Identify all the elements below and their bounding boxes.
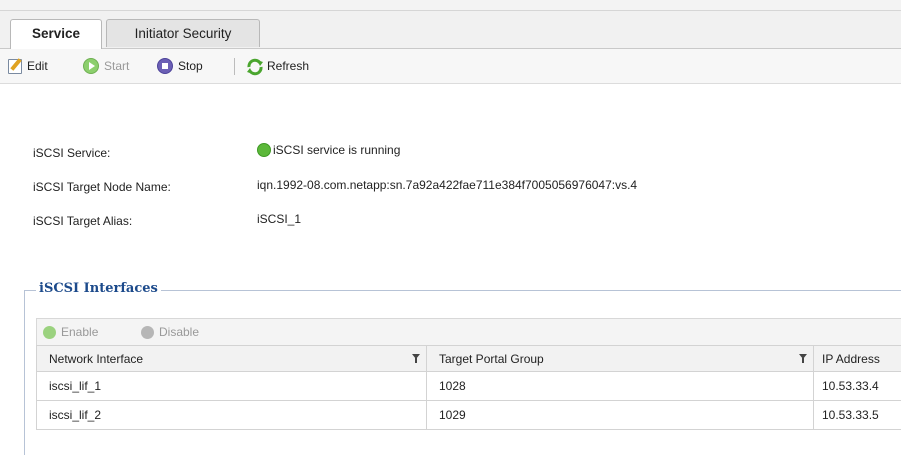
toolbar-separator (234, 58, 235, 75)
disable-label: Disable (159, 325, 200, 339)
interfaces-toolbar: Enable Disable (36, 318, 901, 345)
node-name-value: iqn.1992-08.com.netapp:sn.7a92a422fae711… (257, 178, 638, 192)
interfaces-group-left-border (24, 290, 25, 455)
start-icon (83, 58, 99, 74)
service-label: iSCSI Service: (33, 146, 111, 160)
stop-button[interactable]: Stop (157, 49, 203, 83)
edit-button[interactable]: Edit (8, 49, 48, 83)
target-portal-group-cell: 1028 (426, 371, 814, 401)
refresh-label: Refresh (267, 59, 310, 73)
alias-value: iSCSI_1 (257, 212, 302, 226)
edit-icon (8, 58, 22, 74)
table-row[interactable]: iscsi_lif_1 1028 10.53.33.4 (36, 371, 901, 401)
filter-icon[interactable] (412, 354, 420, 363)
service-status-text: iSCSI service is running (273, 143, 401, 157)
disable-button[interactable]: Disable (141, 319, 199, 345)
interfaces-group-title: iSCSI Interfaces (36, 281, 161, 296)
window-top-strip (0, 0, 901, 11)
column-header-ip-address[interactable]: IP Address (813, 345, 901, 372)
disable-icon (141, 325, 154, 339)
network-interface-cell: iscsi_lif_1 (36, 371, 427, 401)
service-toolbar: Edit Start Stop Refresh (0, 49, 901, 84)
ip-address-cell: 10.53.33.5 (813, 400, 901, 430)
tab-service[interactable]: Service (10, 19, 102, 49)
refresh-button[interactable]: Refresh (246, 49, 309, 83)
tab-bar: Service Initiator Security (0, 11, 901, 49)
start-button[interactable]: Start (83, 49, 129, 83)
column-header-network-interface[interactable]: Network Interface (36, 345, 427, 372)
interfaces-table: Network Interface Target Portal Group IP… (36, 345, 901, 430)
enable-label: Enable (61, 325, 99, 339)
filter-icon[interactable] (799, 354, 807, 363)
stop-icon (157, 58, 173, 74)
enable-button[interactable]: Enable (43, 319, 98, 345)
service-status: iSCSI service is running (257, 143, 400, 157)
ip-address-cell: 10.53.33.4 (813, 371, 901, 401)
alias-label: iSCSI Target Alias: (33, 214, 133, 228)
column-header-target-portal-group[interactable]: Target Portal Group (426, 345, 814, 372)
network-interface-cell: iscsi_lif_2 (36, 400, 427, 430)
tab-initiator-security[interactable]: Initiator Security (106, 19, 260, 47)
edit-label: Edit (27, 59, 48, 73)
running-status-icon (257, 143, 271, 157)
enable-icon (43, 325, 56, 339)
table-row[interactable]: iscsi_lif_2 1029 10.53.33.5 (36, 400, 901, 430)
column-header-label: IP Address (822, 351, 880, 366)
node-name-label: iSCSI Target Node Name: (33, 180, 171, 194)
refresh-icon (246, 58, 263, 76)
target-portal-group-cell: 1029 (426, 400, 814, 430)
table-header-row: Network Interface Target Portal Group IP… (36, 345, 901, 372)
start-label: Start (104, 59, 130, 73)
column-header-label: Target Portal Group (439, 351, 544, 366)
column-header-label: Network Interface (49, 351, 144, 366)
stop-label: Stop (178, 59, 203, 73)
